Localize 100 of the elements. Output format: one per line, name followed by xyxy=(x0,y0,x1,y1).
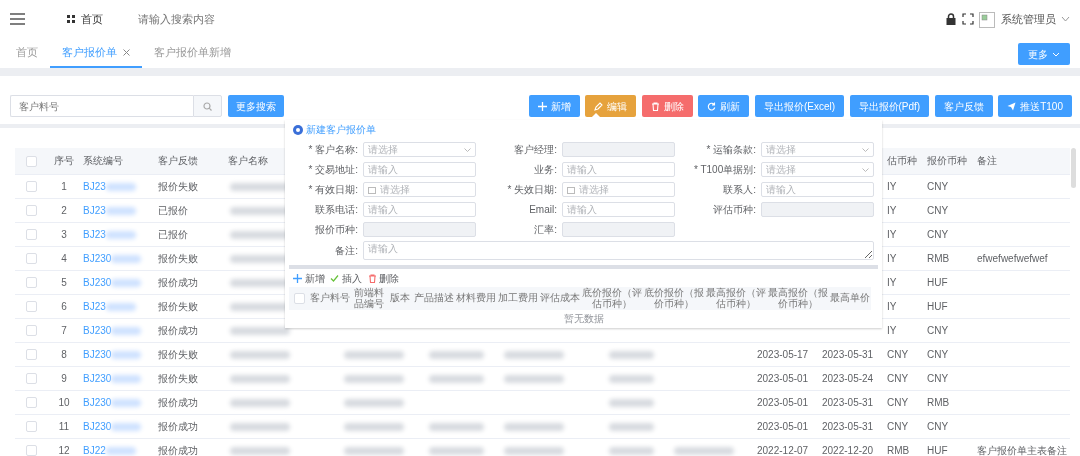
empty-text: 暂无数据 xyxy=(563,313,604,324)
checkbox[interactable] xyxy=(26,397,37,409)
fullscreen-icon[interactable] xyxy=(961,13,974,25)
checkbox[interactable] xyxy=(26,253,37,265)
cell-text: 2 xyxy=(61,204,67,216)
cell-text: CNY xyxy=(887,372,909,384)
breadcrumb-link[interactable]: 首页 xyxy=(80,10,103,28)
checkbox[interactable] xyxy=(26,181,37,193)
link[interactable]: BJ230 xyxy=(83,396,112,408)
cell-text: CNY xyxy=(927,228,949,240)
field-label: Email: xyxy=(528,203,558,217)
action-button[interactable]: 删除 xyxy=(641,95,693,117)
column-header: 材料费用 xyxy=(456,292,496,304)
cell-text: 客户报价单主表备注 xyxy=(977,444,1067,456)
user-name[interactable]: 系统管理员 xyxy=(1000,10,1056,28)
input-field[interactable]: 请输入 xyxy=(363,162,476,177)
action-button[interactable]: 刷新 xyxy=(698,95,750,117)
select-field[interactable]: 请选择 xyxy=(761,142,874,157)
menu-icon[interactable] xyxy=(10,13,25,25)
blurred-text xyxy=(609,374,654,383)
blurred-text xyxy=(230,350,290,359)
cell-text: RMB xyxy=(887,444,910,456)
checkbox[interactable] xyxy=(26,277,37,289)
scrollbar[interactable] xyxy=(1071,148,1076,188)
plus-icon xyxy=(537,101,547,111)
cell-text: CNY xyxy=(887,348,909,360)
input-field[interactable]: 请输入 xyxy=(562,202,675,217)
checkbox[interactable] xyxy=(26,349,37,361)
cell-text: 2023-05-01 xyxy=(757,420,809,432)
more-button[interactable]: 更多 xyxy=(1018,43,1070,66)
cell-text: CNY xyxy=(927,180,949,192)
checkbox[interactable] xyxy=(26,156,37,168)
column-header: 底价报价（报价币种） xyxy=(644,287,704,309)
link[interactable]: BJ230 xyxy=(83,420,112,432)
action-button[interactable]: 导出报价(Pdf) xyxy=(849,95,930,117)
tab[interactable]: 客户报价单新增 xyxy=(141,38,243,68)
link[interactable]: BJ23 xyxy=(83,180,106,192)
tab[interactable]: 首页 xyxy=(10,38,50,68)
action-button[interactable]: 导出报价(Excel) xyxy=(754,95,845,117)
action-button[interactable]: 推送T100 xyxy=(998,95,1072,117)
blurred-text xyxy=(111,350,142,359)
checkbox[interactable] xyxy=(26,229,37,241)
action-button[interactable]: 客户反馈 xyxy=(934,95,993,117)
toolbar-button[interactable]: 删除 xyxy=(367,271,400,286)
link[interactable]: BJ230 xyxy=(83,276,112,288)
blurred-text xyxy=(674,446,734,455)
select-field[interactable]: 请选择 xyxy=(761,162,874,177)
link[interactable]: BJ230 xyxy=(83,348,112,360)
link[interactable]: BJ23 xyxy=(83,204,106,216)
action-button[interactable]: 编辑 xyxy=(585,95,637,117)
date-field[interactable]: 请选择 xyxy=(363,182,476,197)
link[interactable]: BJ22 xyxy=(83,444,106,456)
blurred-text xyxy=(429,422,484,431)
circle-icon xyxy=(293,124,303,135)
input-field[interactable]: 请输入 xyxy=(761,182,874,197)
send-icon xyxy=(1007,101,1017,111)
blurred-text xyxy=(609,350,654,359)
date-field[interactable]: 请选择 xyxy=(562,182,675,197)
checkbox[interactable] xyxy=(26,205,37,217)
input-field[interactable]: 请输入 xyxy=(363,202,476,217)
chevron-down-icon[interactable] xyxy=(1061,16,1070,22)
plus-icon xyxy=(293,274,302,283)
link[interactable]: BJ23 xyxy=(83,300,106,312)
field-label: * 运输条款: xyxy=(705,143,757,157)
field-label: 业务: xyxy=(533,163,558,177)
cell-text: 1 xyxy=(61,180,67,192)
cell-text: IY xyxy=(887,300,897,312)
close-icon[interactable] xyxy=(122,48,130,56)
tab[interactable]: 客户报价单 xyxy=(50,38,142,68)
cell-text: IY xyxy=(887,324,897,336)
search-field[interactable]: 客户料号 xyxy=(10,95,193,117)
cell-text: RMB xyxy=(927,396,950,408)
column-header: 客户反馈 xyxy=(158,155,198,167)
select-field[interactable]: 请选择 xyxy=(363,142,476,157)
calendar-icon xyxy=(368,185,376,194)
input-field[interactable]: 请输入 xyxy=(562,162,675,177)
cell-text: 报价失败 xyxy=(158,252,198,264)
link[interactable]: BJ230 xyxy=(83,252,112,264)
checkbox[interactable] xyxy=(26,421,37,433)
text-area[interactable]: 请输入 xyxy=(363,241,874,260)
toolbar-button[interactable]: 插入 xyxy=(330,271,362,286)
field-label: 评估币种: xyxy=(712,203,757,217)
lock-icon[interactable] xyxy=(946,13,956,25)
more-search-button[interactable]: 更多搜索 xyxy=(227,95,284,117)
blurred-text xyxy=(111,278,142,287)
checkbox[interactable] xyxy=(293,293,305,304)
link[interactable]: BJ230 xyxy=(83,324,112,336)
action-button[interactable]: 新增 xyxy=(528,95,580,117)
chevron-down-icon xyxy=(464,147,471,152)
cell-text: CNY xyxy=(927,204,949,216)
checkbox[interactable] xyxy=(26,325,37,337)
column-header: 备注 xyxy=(977,155,997,167)
link[interactable]: BJ230 xyxy=(83,372,112,384)
checkbox[interactable] xyxy=(26,445,37,456)
column-header: 最高单价 xyxy=(830,292,870,304)
search-button[interactable] xyxy=(193,95,222,117)
link[interactable]: BJ23 xyxy=(83,228,106,240)
toolbar-button[interactable]: 新增 xyxy=(293,271,325,286)
checkbox[interactable] xyxy=(26,301,37,313)
checkbox[interactable] xyxy=(26,373,37,385)
